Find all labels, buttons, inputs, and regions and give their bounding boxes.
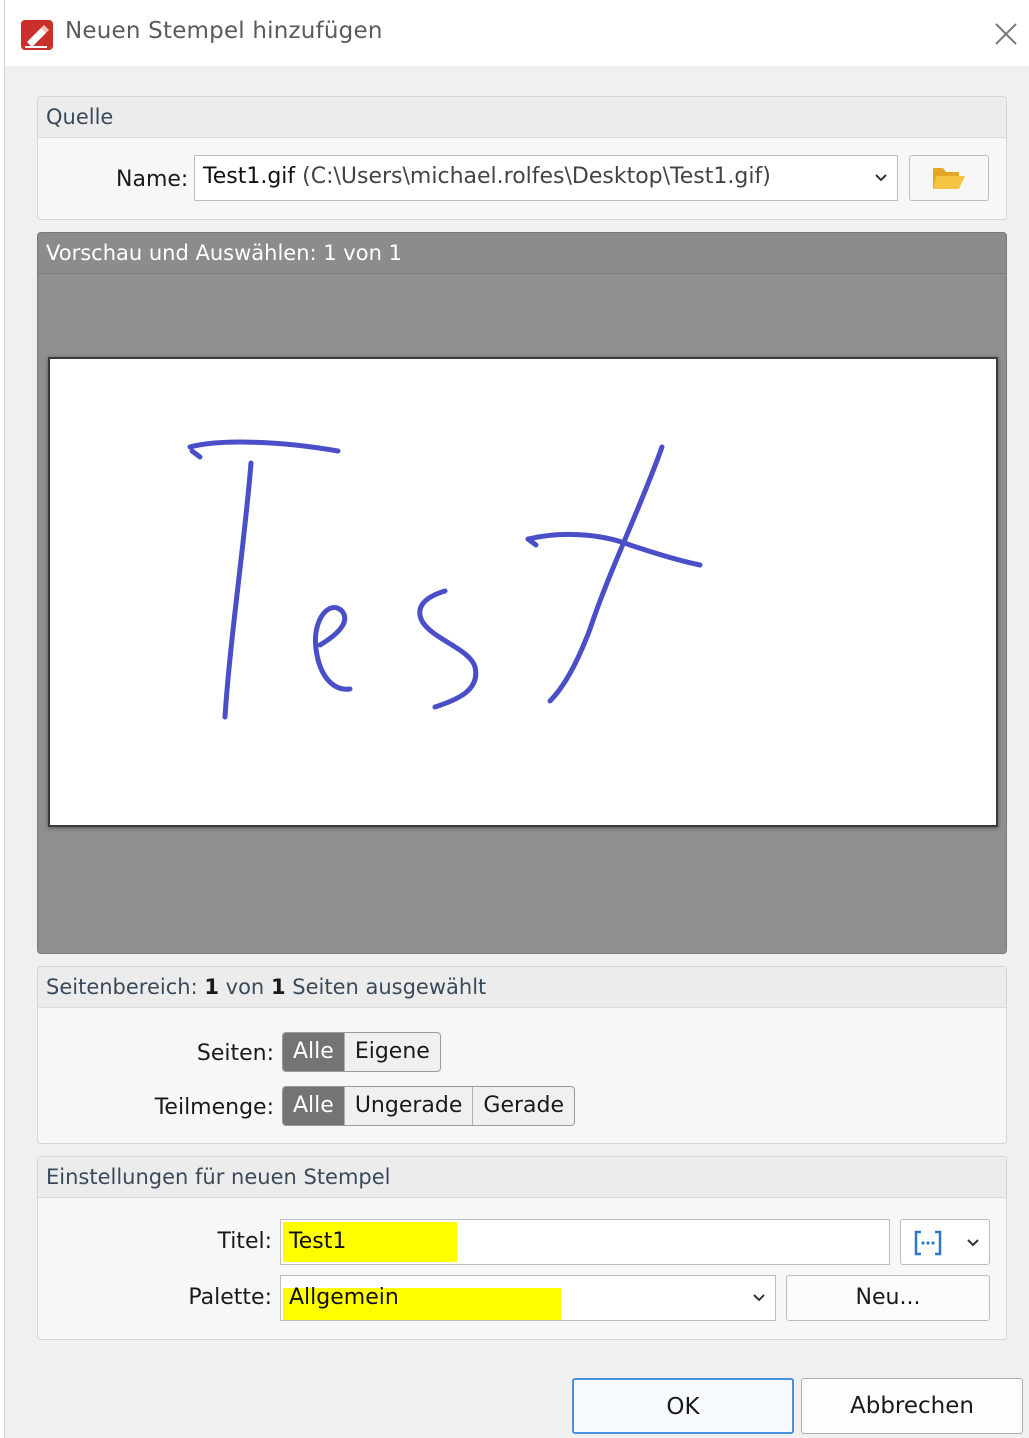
palette-dropdown[interactable]: Allgemein	[280, 1275, 776, 1321]
pages-option-all[interactable]: Alle	[283, 1033, 344, 1071]
page-range-panel: Seitenbereich: 1 von 1 Seiten ausgewählt…	[37, 966, 1007, 1144]
page-range-suffix: Seiten ausgewählt	[292, 975, 487, 999]
chevron-down-icon	[753, 1294, 765, 1302]
page-range-of: von	[225, 975, 265, 999]
pdf-stamp-logo-icon	[21, 20, 53, 50]
stamp-preview-image[interactable]	[48, 357, 998, 827]
title-label: Titel:	[217, 1229, 272, 1254]
subset-option-odd[interactable]: Ungerade	[343, 1087, 473, 1125]
palette-value: Allgemein	[289, 1285, 399, 1310]
window-title: Neuen Stempel hinzufügen	[65, 18, 383, 44]
pages-segmented-control: Alle Eigene	[282, 1032, 441, 1072]
stamp-settings-panel: Einstellungen für neuen Stempel Titel: T…	[37, 1156, 1007, 1340]
page-range-header: Seitenbereich: 1 von 1 Seiten ausgewählt	[38, 967, 1006, 1008]
ok-button[interactable]: OK	[572, 1378, 794, 1434]
cancel-button[interactable]: Abbrechen	[801, 1378, 1023, 1434]
settings-header: Einstellungen für neuen Stempel	[38, 1157, 1006, 1198]
title-bar: Neuen Stempel hinzufügen	[5, 0, 1029, 66]
total-page-count: 1	[270, 975, 286, 999]
file-path: (C:\Users\michael.rolfes\Desktop\Test1.g…	[302, 164, 771, 189]
insert-macro-icon	[914, 1230, 942, 1256]
title-value: Test1	[289, 1229, 347, 1254]
folder-open-icon	[933, 168, 965, 189]
pages-option-custom[interactable]: Eigene	[343, 1033, 440, 1071]
source-panel: Quelle Name: Test1.gif (C:\Users\michael…	[37, 96, 1007, 220]
subset-label: Teilmenge:	[154, 1095, 274, 1120]
name-label: Name:	[116, 167, 189, 192]
preview-header: Vorschau und Auswählen: 1 von 1	[38, 233, 1006, 274]
palette-label: Palette:	[188, 1285, 272, 1310]
insert-macro-button[interactable]	[900, 1219, 990, 1265]
browse-button[interactable]	[909, 155, 989, 201]
subset-option-all[interactable]: Alle	[283, 1087, 344, 1125]
title-input[interactable]: Test1	[280, 1219, 890, 1265]
file-name: Test1.gif	[203, 164, 296, 189]
preview-panel: Vorschau und Auswählen: 1 von 1	[37, 232, 1007, 954]
new-palette-button[interactable]: Neu...	[786, 1275, 990, 1321]
source-header: Quelle	[38, 97, 1006, 138]
pages-label: Seiten:	[196, 1041, 274, 1066]
subset-segmented-control: Alle Ungerade Gerade	[282, 1086, 575, 1126]
close-icon[interactable]	[988, 16, 1024, 52]
subset-option-even[interactable]: Gerade	[472, 1087, 574, 1125]
chevron-down-icon	[967, 1239, 979, 1247]
page-range-prefix: Seitenbereich:	[46, 975, 198, 999]
handwritten-signature-image	[187, 439, 703, 720]
add-stamp-dialog: Neuen Stempel hinzufügen Quelle Name: Te…	[4, 0, 1029, 1438]
file-name-dropdown[interactable]: Test1.gif (C:\Users\michael.rolfes\Deskt…	[194, 155, 898, 201]
chevron-down-icon	[875, 174, 887, 182]
selected-page-count: 1	[204, 975, 219, 999]
